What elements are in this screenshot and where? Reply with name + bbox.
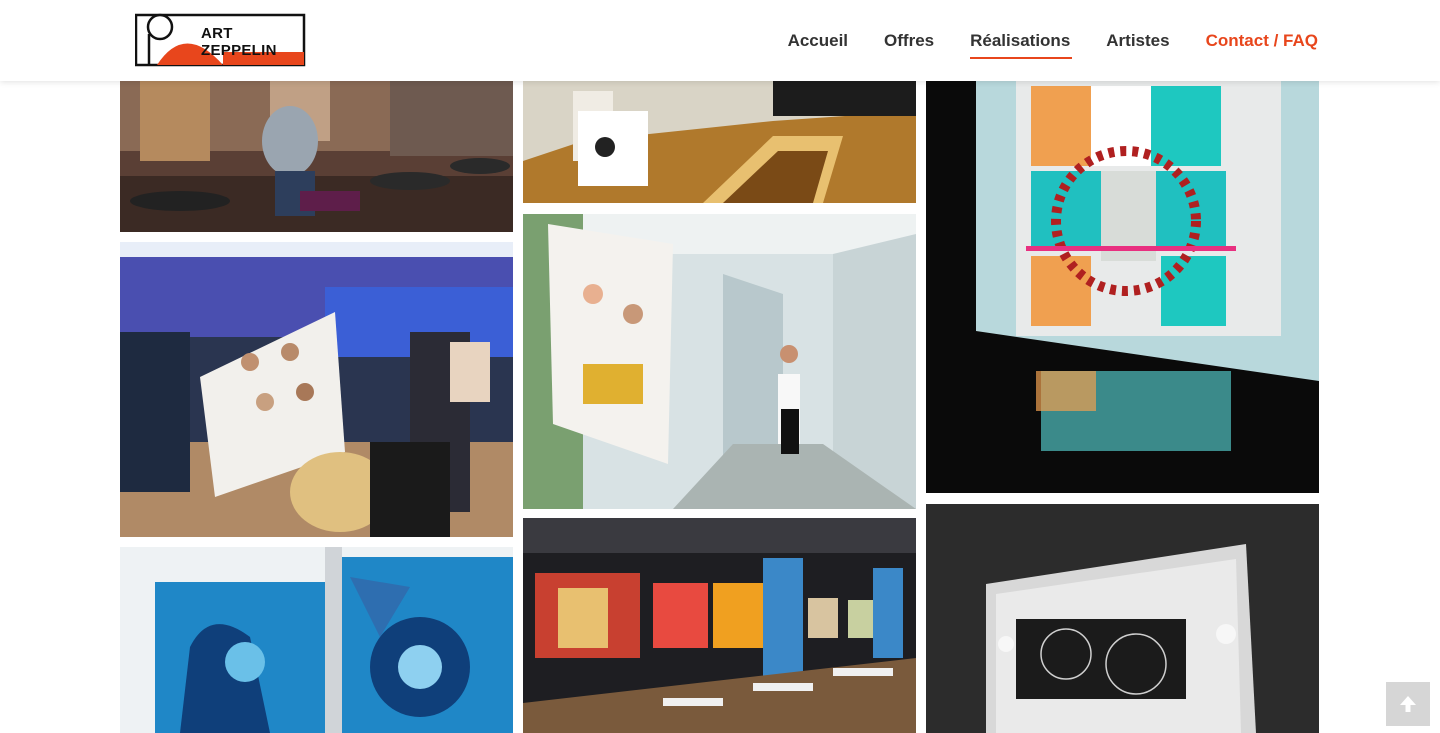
gallery-photo-dark-lightbox[interactable] xyxy=(926,504,1319,733)
gallery-photo-restaurant-paintings[interactable] xyxy=(523,518,916,733)
site-header: ART ZEPPELIN Accueil Offres Réalisations… xyxy=(0,0,1440,81)
nav-contact-faq[interactable]: Contact / FAQ xyxy=(1206,31,1318,51)
back-to-top-button[interactable] xyxy=(1386,682,1430,726)
main-nav: Accueil Offres Réalisations Artistes Con… xyxy=(752,0,1318,81)
gallery-photo-staircase-exhibit[interactable] xyxy=(523,81,916,203)
logo-text: ART ZEPPELIN xyxy=(201,25,277,59)
gallery-photo-restaurant-mural[interactable] xyxy=(120,81,513,232)
gallery-photo-lightbox-artwork[interactable] xyxy=(926,81,1319,493)
nav-offres[interactable]: Offres xyxy=(884,31,934,51)
nav-realisations[interactable]: Réalisations xyxy=(970,31,1073,59)
arrow-up-icon xyxy=(1400,696,1416,712)
art-zeppelin-logo[interactable]: ART ZEPPELIN xyxy=(134,12,310,70)
nav-artistes[interactable]: Artistes xyxy=(1106,31,1169,51)
gallery-photo-blue-fresco[interactable] xyxy=(120,547,513,733)
gallery-photo-live-painting[interactable] xyxy=(120,242,513,537)
gallery-photo-corridor[interactable] xyxy=(523,214,916,509)
nav-accueil[interactable]: Accueil xyxy=(788,31,848,51)
